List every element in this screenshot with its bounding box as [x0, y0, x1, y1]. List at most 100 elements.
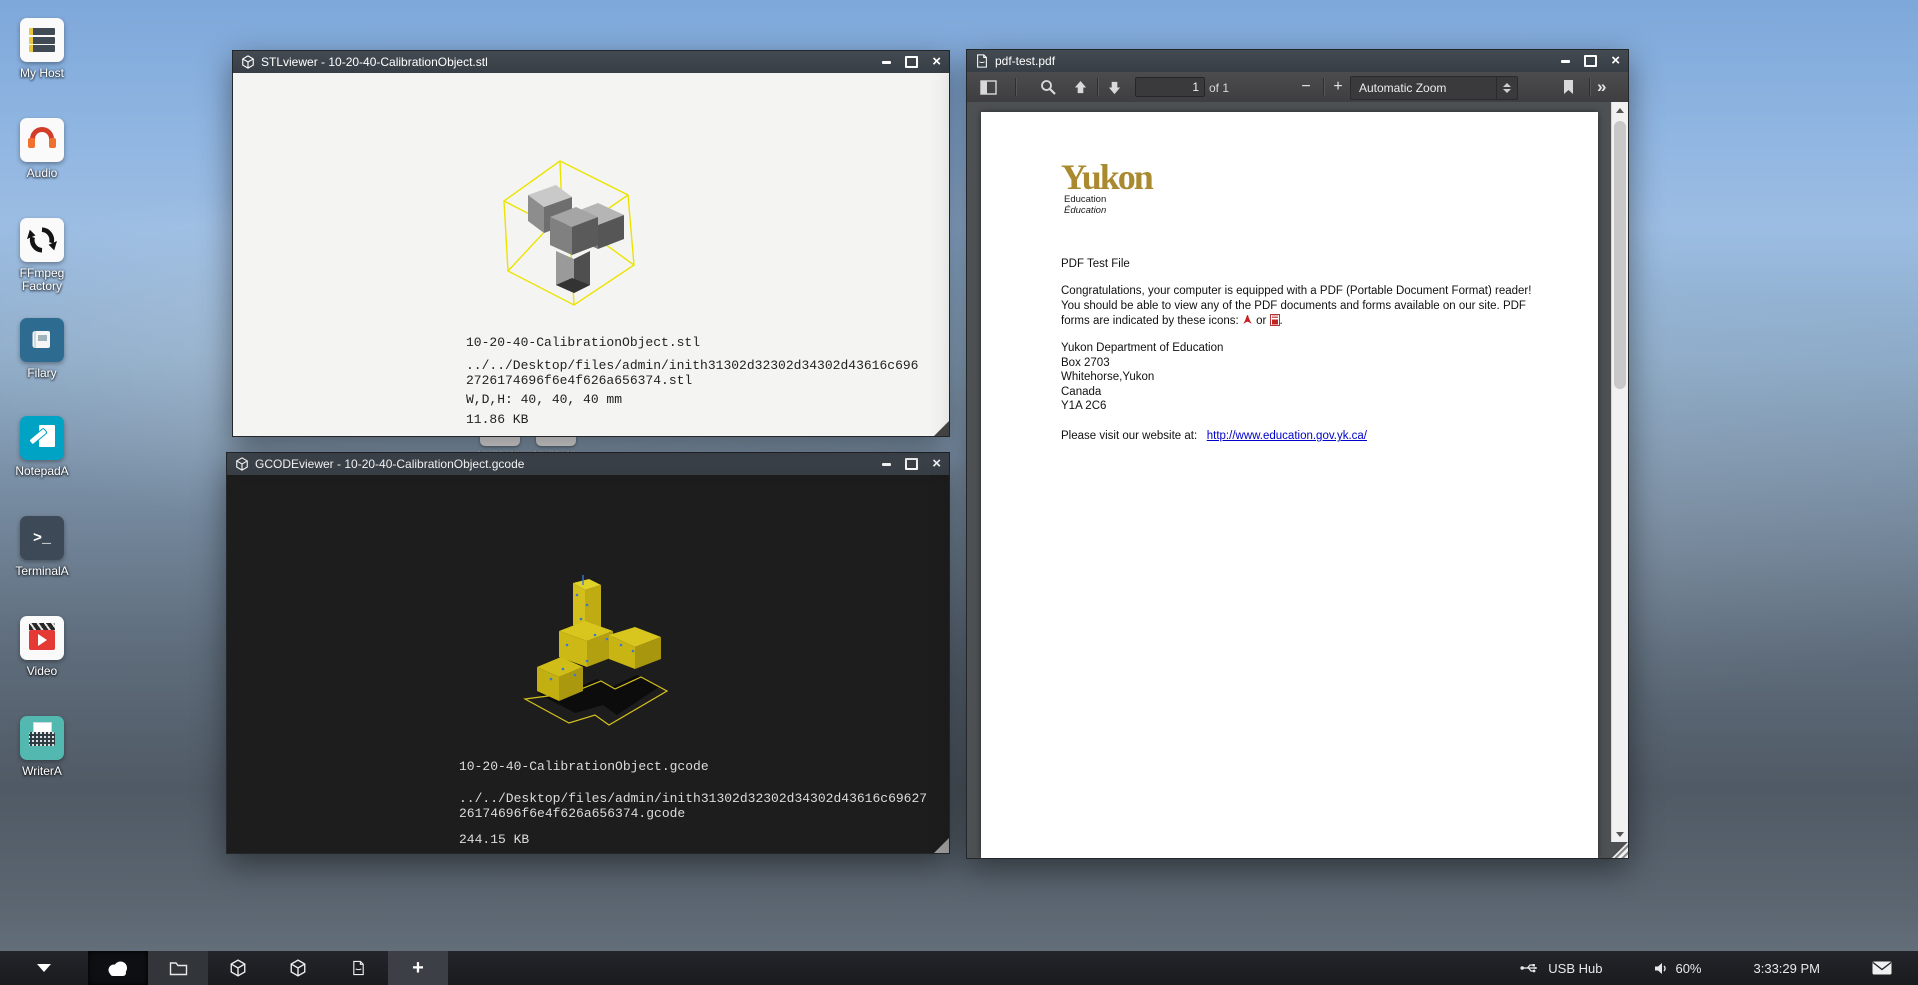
- clock-label: 3:33:29 PM: [1754, 961, 1821, 976]
- desktop-icon-label: Filary: [9, 367, 75, 380]
- address-line: Canada: [1061, 385, 1223, 400]
- tray-clock[interactable]: 3:33:29 PM: [1728, 961, 1847, 976]
- pdf-paragraph: Congratulations, your computer is equipp…: [1061, 284, 1540, 329]
- pdf-toolbar: of 1 − + Automatic Zoom »: [967, 72, 1628, 103]
- toolbar-separator: [1097, 78, 1098, 96]
- maximize-button[interactable]: [1584, 55, 1597, 67]
- pdf-page: Yukon Education Éducation PDF Test File …: [981, 112, 1598, 858]
- desktop-icon-filary[interactable]: Filary: [9, 318, 75, 380]
- pdf-content-area: Yukon Education Éducation PDF Test File …: [967, 102, 1628, 858]
- taskbar-gcodeviewer-button[interactable]: [268, 951, 328, 985]
- close-button[interactable]: ×: [1611, 54, 1620, 68]
- desktop-icon-writera[interactable]: WriterA: [9, 716, 75, 778]
- scrollbar-thumb[interactable]: [1614, 121, 1626, 389]
- address-line: Box 2703: [1061, 356, 1223, 371]
- stl-file-info: 10-20-40-CalibrationObject.stl ../../Des…: [466, 335, 918, 427]
- close-button[interactable]: ×: [932, 457, 941, 471]
- window-title: GCODEviewer - 10-20-40-CalibrationObject…: [255, 457, 872, 471]
- desktop-icon-my-host[interactable]: My Host: [9, 18, 75, 80]
- taskbar-cloud-button[interactable]: [88, 951, 148, 985]
- stlviewer-titlebar[interactable]: STLviewer - 10-20-40-CalibrationObject.s…: [233, 51, 949, 73]
- pdf-scrollbar[interactable]: [1611, 102, 1628, 842]
- resize-grip[interactable]: [934, 838, 949, 853]
- address-line: Y1A 2C6: [1061, 399, 1223, 414]
- gcodeviewer-titlebar[interactable]: GCODEviewer - 10-20-40-CalibrationObject…: [227, 453, 949, 475]
- gcodeviewer-window: GCODEviewer - 10-20-40-CalibrationObject…: [226, 452, 950, 854]
- stl-dimensions: W,D,H: 40, 40, 40 mm: [466, 392, 918, 407]
- taskbar-pdf-button[interactable]: [328, 951, 388, 985]
- taskbar-stlviewer-button[interactable]: [208, 951, 268, 985]
- taskbar: + USB Hub 60: [0, 951, 1918, 985]
- taskbar-new-button[interactable]: +: [388, 951, 448, 985]
- desktop: My Host Audio FFmpeg Factory Filary: [0, 0, 1918, 985]
- desktop-icon-label: NotepadA: [9, 465, 75, 478]
- stl-path-line1: ../../Desktop/files/admin/inith31302d323…: [466, 358, 918, 373]
- note-pen-icon: [20, 416, 64, 460]
- next-page-button[interactable]: [1101, 75, 1127, 99]
- search-button[interactable]: [1035, 75, 1061, 99]
- maximize-button[interactable]: [905, 56, 918, 68]
- volume-label: 60%: [1675, 961, 1701, 976]
- desktop-icon-label: Video: [9, 665, 75, 678]
- desktop-icon-notepada[interactable]: NotepadA: [9, 416, 75, 478]
- pdf-heading: PDF Test File: [1061, 257, 1130, 272]
- address-line: Whitehorse,Yukon: [1061, 370, 1223, 385]
- page-count-label: of 1: [1209, 81, 1229, 95]
- desktop-icon-ffmpeg-factory[interactable]: FFmpeg Factory: [9, 218, 75, 293]
- page-number-input[interactable]: [1135, 77, 1205, 97]
- scroll-down-button[interactable]: [1612, 826, 1628, 842]
- taskbar-files-button[interactable]: [148, 951, 208, 985]
- sidebar-toggle-button[interactable]: [975, 75, 1001, 99]
- stl-canvas: 10-20-40-CalibrationObject.stl ../../Des…: [233, 73, 949, 436]
- cube-icon: [229, 959, 247, 977]
- recycle-arrows-icon: [20, 218, 64, 262]
- zoom-level-value: Automatic Zoom: [1351, 81, 1496, 95]
- minimize-button[interactable]: [1561, 60, 1570, 63]
- tray-messages[interactable]: [1846, 961, 1918, 975]
- more-tools-button[interactable]: »: [1597, 77, 1606, 97]
- previous-page-button[interactable]: [1067, 75, 1093, 99]
- pdf-document-icon: [351, 959, 366, 977]
- minimize-button[interactable]: [882, 463, 891, 466]
- desktop-icon-label: WriterA: [9, 765, 75, 778]
- usb-label: USB Hub: [1548, 961, 1602, 976]
- gcode-path-line2: 26174696f6e4f626a656374.gcode: [459, 806, 927, 821]
- zoom-in-button[interactable]: +: [1325, 76, 1351, 98]
- scroll-up-button[interactable]: [1612, 102, 1628, 118]
- zoom-level-select[interactable]: Automatic Zoom: [1350, 76, 1518, 100]
- website-link[interactable]: http://www.education.gov.yk.ca/: [1207, 430, 1367, 442]
- pdf-titlebar[interactable]: pdf-test.pdf ×: [967, 50, 1628, 72]
- terminal-prompt-icon: >_: [20, 516, 64, 560]
- visit-line: Please visit our website at: http://www.…: [1061, 429, 1367, 444]
- desktop-icon-terminala[interactable]: >_ TerminalA: [9, 516, 75, 578]
- window-title: STLviewer - 10-20-40-CalibrationObject.s…: [261, 55, 872, 69]
- chevron-down-icon: [37, 964, 51, 972]
- toolbar-separator: [1589, 78, 1590, 96]
- address-line: Yukon Department of Education: [1061, 341, 1223, 356]
- visit-text: Please visit our website at:: [1061, 430, 1197, 442]
- desktop-icon-video[interactable]: Video: [9, 616, 75, 678]
- tray-volume[interactable]: 60%: [1628, 961, 1727, 976]
- desktop-icon-label: Audio: [9, 167, 75, 180]
- logo-subtitle-fr: Éducation: [1064, 205, 1152, 216]
- pdf-viewer-window: pdf-test.pdf × of 1 −: [966, 49, 1629, 859]
- bookmark-button[interactable]: [1555, 75, 1581, 99]
- stl-filename: 10-20-40-CalibrationObject.stl: [466, 335, 918, 350]
- speaker-icon: [1654, 962, 1668, 975]
- zoom-out-button[interactable]: −: [1293, 76, 1319, 98]
- minimize-button[interactable]: [882, 61, 891, 64]
- tray-usb[interactable]: USB Hub: [1494, 961, 1628, 976]
- system-tray: USB Hub 60% 3:33:29 PM: [1494, 951, 1918, 985]
- book-icon: [20, 318, 64, 362]
- desktop-icon-label: My Host: [9, 67, 75, 80]
- close-button[interactable]: ×: [932, 55, 941, 69]
- cube-icon: [235, 457, 249, 471]
- taskbar-show-apps-button[interactable]: [0, 951, 88, 985]
- desktop-icon-audio[interactable]: Audio: [9, 118, 75, 180]
- toolbar-separator: [1323, 78, 1324, 96]
- desktop-icon-label: FFmpeg Factory: [9, 267, 75, 293]
- stlviewer-window: STLviewer - 10-20-40-CalibrationObject.s…: [232, 50, 950, 437]
- maximize-button[interactable]: [905, 458, 918, 470]
- gcode-file-info: 10-20-40-CalibrationObject.gcode ../../D…: [459, 759, 927, 847]
- resize-grip[interactable]: [934, 421, 949, 436]
